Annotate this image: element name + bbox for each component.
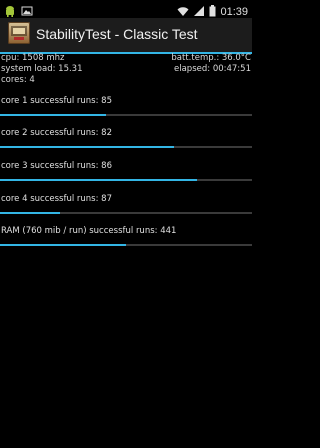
battery-temperature: batt.temp.: 36.0°C [171,53,251,63]
progress-track [0,244,252,246]
progress-fill [0,244,126,246]
progress-track [0,179,252,181]
cpu-frequency: cpu: 1508 mhz [1,53,65,63]
app-icon[interactable] [8,22,30,44]
progress-track [0,114,252,116]
progress-fill [0,114,106,116]
info-row-load: system load: 15.31 elapsed: 00:47:51 [0,64,252,75]
clock: 01:39 [220,5,248,18]
info-panel: cpu: 1508 mhz batt.temp.: 36.0°C system … [0,53,252,86]
test-label: core 2 successful runs: 82 [1,128,112,138]
info-row-cpu: cpu: 1508 mhz batt.temp.: 36.0°C [0,53,252,64]
test-label: core 3 successful runs: 86 [1,161,112,171]
progress-fill [0,212,61,214]
elapsed-time: elapsed: 00:47:51 [174,64,251,74]
progress-track [0,212,252,214]
system-load: system load: 15.31 [1,64,83,74]
status-bar: 01:39 [0,0,252,18]
info-row-cores: cores: 4 [0,75,252,86]
progress-fill [0,179,197,181]
test-label: RAM (760 mib / run) successful runs: 441 [1,226,177,236]
progress-track [0,146,252,148]
test-label: core 1 successful runs: 85 [1,96,112,106]
progress-fill [0,146,174,148]
test-label: core 4 successful runs: 87 [1,194,112,204]
core-count: cores: 4 [1,75,35,85]
app-title: StabilityTest - Classic Test [36,26,198,42]
action-bar: StabilityTest - Classic Test [0,18,252,54]
